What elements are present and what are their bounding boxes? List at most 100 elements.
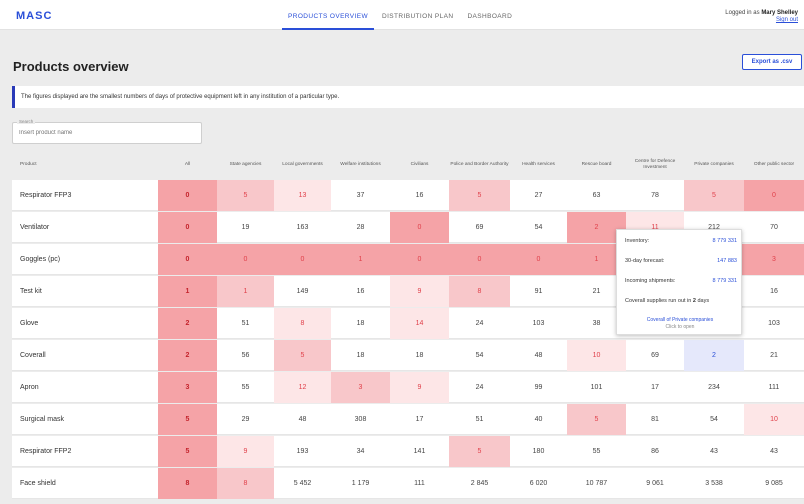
table-row[interactable]: Apron 3 55 12 3 9 24 99 101 17 234 111 — [12, 372, 804, 403]
days-left-cell[interactable]: 9 — [390, 276, 449, 307]
days-left-cell[interactable]: 111 — [744, 372, 804, 403]
days-left-cell[interactable]: 9 — [390, 372, 449, 403]
days-left-cell[interactable]: 54 — [449, 340, 510, 371]
days-left-cell[interactable]: 149 — [274, 276, 331, 307]
days-left-cell[interactable]: 91 — [510, 276, 567, 307]
days-left-cell[interactable]: 6 020 — [510, 468, 567, 499]
column-header[interactable]: Rescue board — [567, 150, 626, 180]
days-left-cell[interactable]: 1 — [217, 276, 274, 307]
days-left-cell[interactable]: 1 179 — [331, 468, 390, 499]
days-left-cell[interactable]: 10 — [744, 404, 804, 435]
column-header[interactable]: Other public sector — [744, 150, 804, 180]
days-left-cell[interactable]: 193 — [274, 436, 331, 467]
product-name[interactable]: Respirator FFP2 — [12, 436, 158, 467]
days-left-cell[interactable]: 8 — [158, 468, 217, 499]
days-left-cell[interactable]: 54 — [510, 212, 567, 243]
table-row[interactable]: Respirator FFP2 5 9 193 34 141 5 180 55 86 43 43 — [12, 436, 804, 467]
days-left-cell[interactable]: 103 — [510, 308, 567, 339]
product-name[interactable]: Apron — [12, 372, 158, 403]
days-left-cell[interactable]: 308 — [331, 404, 390, 435]
days-left-cell[interactable]: 0 — [274, 244, 331, 275]
days-left-cell[interactable]: 51 — [449, 404, 510, 435]
days-left-cell[interactable]: 8 — [274, 308, 331, 339]
days-left-cell[interactable]: 51 — [217, 308, 274, 339]
days-left-cell[interactable]: 10 787 — [567, 468, 626, 499]
product-name[interactable]: Respirator FFP3 — [12, 180, 158, 211]
days-left-cell[interactable]: 0 — [390, 212, 449, 243]
days-left-cell[interactable]: 29 — [217, 404, 274, 435]
days-left-cell[interactable]: 37 — [331, 180, 390, 211]
days-left-cell[interactable]: 19 — [217, 212, 274, 243]
days-left-cell[interactable]: 5 — [449, 180, 510, 211]
days-left-cell[interactable]: 70 — [744, 212, 804, 243]
days-left-cell[interactable]: 16 — [744, 276, 804, 307]
days-left-cell[interactable]: 99 — [510, 372, 567, 403]
days-left-cell[interactable]: 9 085 — [744, 468, 804, 499]
days-left-cell[interactable]: 2 — [158, 308, 217, 339]
days-left-cell[interactable]: 0 — [510, 244, 567, 275]
days-left-cell[interactable]: 54 — [684, 404, 744, 435]
days-left-cell[interactable]: 5 — [684, 180, 744, 211]
days-left-cell[interactable]: 5 — [158, 436, 217, 467]
days-left-cell[interactable]: 34 — [331, 436, 390, 467]
table-row[interactable]: Surgical mask 5 29 48 308 17 51 40 5 81 54 10 — [12, 404, 804, 435]
days-left-cell[interactable]: 180 — [510, 436, 567, 467]
days-left-cell[interactable]: 3 538 — [684, 468, 744, 499]
column-header[interactable]: All — [158, 150, 217, 180]
days-left-cell[interactable]: 16 — [390, 180, 449, 211]
days-left-cell[interactable]: 28 — [331, 212, 390, 243]
days-left-cell[interactable]: 5 — [158, 404, 217, 435]
search-input[interactable] — [19, 130, 189, 136]
days-left-cell[interactable]: 5 — [567, 404, 626, 435]
days-left-cell[interactable]: 0 — [744, 180, 804, 211]
days-left-cell[interactable]: 111 — [390, 468, 449, 499]
days-left-cell[interactable]: 0 — [449, 244, 510, 275]
column-header[interactable]: Police and Border Authority — [449, 150, 510, 180]
days-left-cell[interactable]: 234 — [684, 372, 744, 403]
days-left-cell[interactable]: 17 — [626, 372, 684, 403]
days-left-cell[interactable]: 48 — [510, 340, 567, 371]
days-left-cell[interactable]: 43 — [744, 436, 804, 467]
days-left-cell[interactable]: 0 — [217, 244, 274, 275]
product-name[interactable]: Surgical mask — [12, 404, 158, 435]
days-left-cell[interactable]: 101 — [567, 372, 626, 403]
product-name[interactable]: Test kit — [12, 276, 158, 307]
table-row[interactable]: Face shield 8 8 5 452 1 179 111 2 845 6 020 10 7… — [12, 468, 804, 499]
days-left-cell[interactable]: 18 — [331, 308, 390, 339]
days-left-cell[interactable]: 8 — [449, 276, 510, 307]
days-left-cell[interactable]: 24 — [449, 372, 510, 403]
days-left-cell[interactable]: 5 — [274, 340, 331, 371]
days-left-cell[interactable]: 5 — [217, 180, 274, 211]
days-left-cell[interactable]: 69 — [626, 340, 684, 371]
product-name[interactable]: Face shield — [12, 468, 158, 499]
days-left-cell[interactable]: 3 — [158, 372, 217, 403]
days-left-cell[interactable]: 0 — [158, 180, 217, 211]
days-left-cell[interactable]: 40 — [510, 404, 567, 435]
days-left-cell[interactable]: 5 452 — [274, 468, 331, 499]
days-left-cell[interactable]: 55 — [567, 436, 626, 467]
column-header[interactable]: Private companies — [684, 150, 744, 180]
days-left-cell[interactable]: 0 — [158, 212, 217, 243]
days-left-cell[interactable]: 12 — [274, 372, 331, 403]
days-left-cell[interactable]: 86 — [626, 436, 684, 467]
days-left-cell[interactable]: 81 — [626, 404, 684, 435]
days-left-cell[interactable]: 16 — [331, 276, 390, 307]
days-left-cell[interactable]: 14 — [390, 308, 449, 339]
column-header[interactable]: State agencies — [217, 150, 274, 180]
days-left-cell[interactable]: 18 — [331, 340, 390, 371]
days-left-cell[interactable]: 1 — [158, 276, 217, 307]
days-left-cell[interactable]: 3 — [331, 372, 390, 403]
days-left-cell[interactable]: 13 — [274, 180, 331, 211]
product-name[interactable]: Goggles (pc) — [12, 244, 158, 275]
nav-dashboard[interactable]: DASHBOARD — [461, 0, 518, 30]
days-left-cell[interactable]: 2 — [684, 340, 744, 371]
days-left-cell[interactable]: 63 — [567, 180, 626, 211]
product-name[interactable]: Ventilator — [12, 212, 158, 243]
tooltip-link[interactable]: Coverall of Private companies — [617, 317, 743, 323]
export-csv-button[interactable]: Export as .csv — [742, 54, 802, 70]
days-left-cell[interactable]: 2 845 — [449, 468, 510, 499]
days-left-cell[interactable]: 21 — [744, 340, 804, 371]
product-name[interactable]: Glove — [12, 308, 158, 339]
days-left-cell[interactable]: 24 — [449, 308, 510, 339]
days-left-cell[interactable]: 1 — [331, 244, 390, 275]
